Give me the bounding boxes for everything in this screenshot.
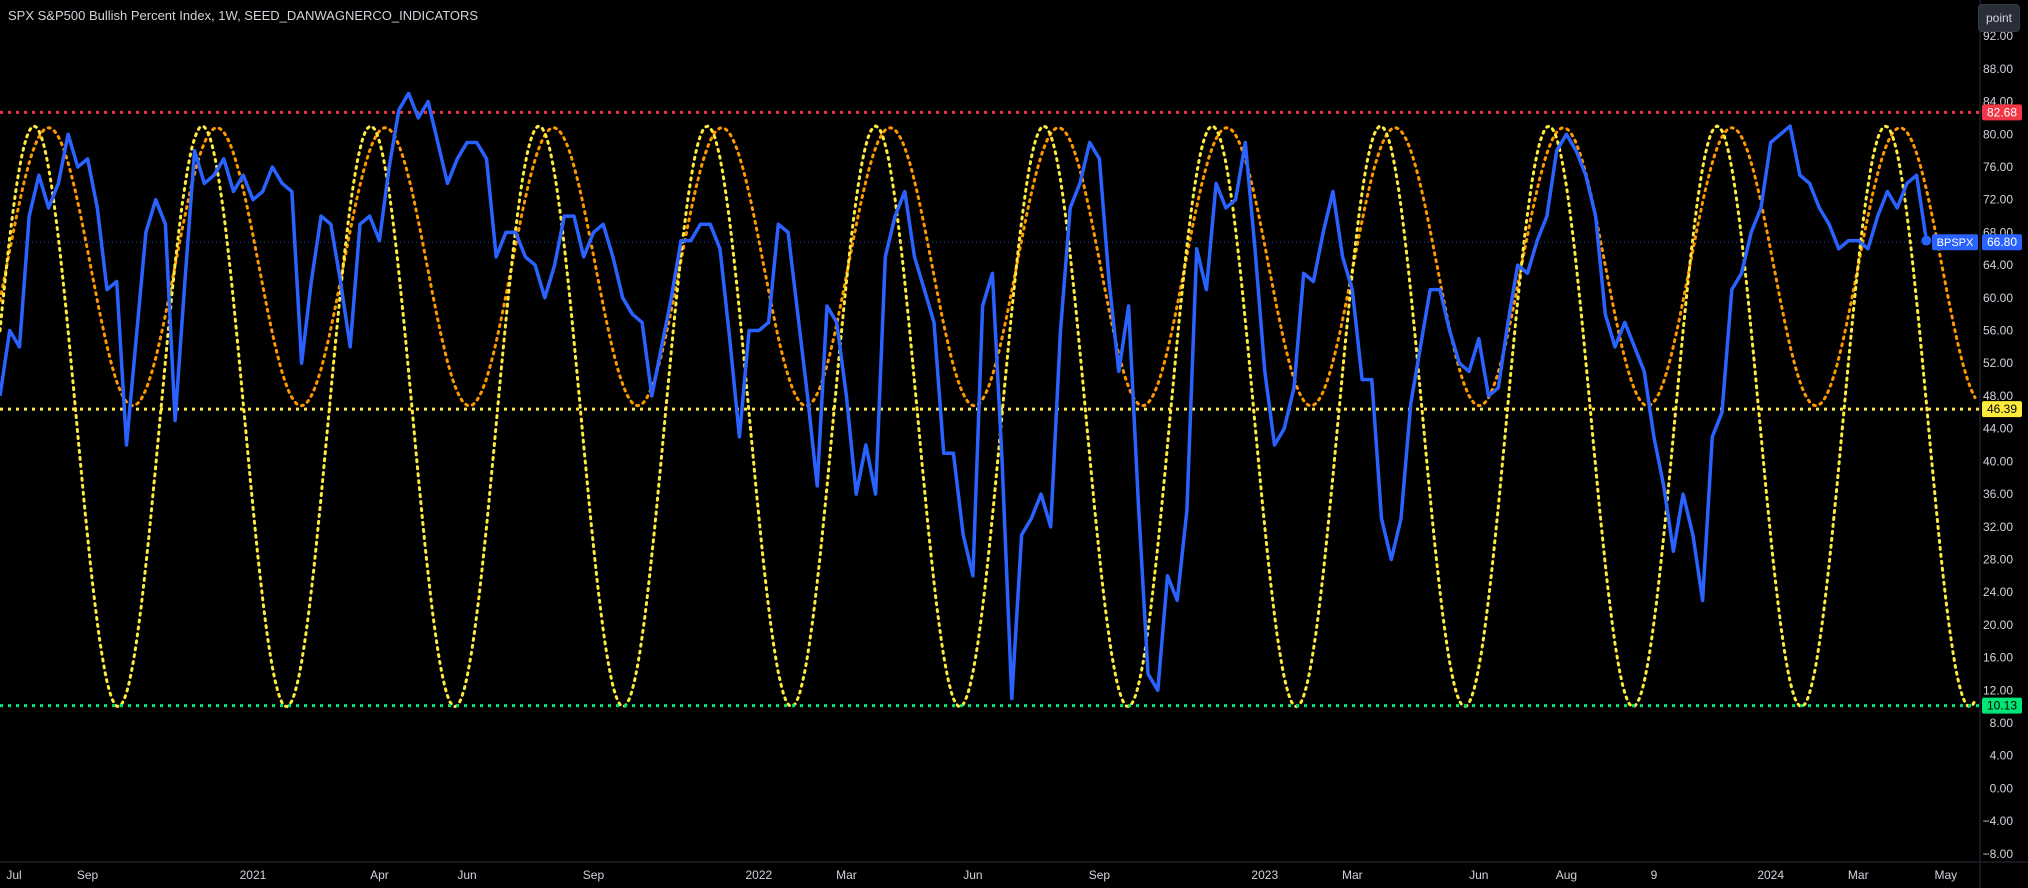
upper-level-label: 82.68	[1987, 105, 2017, 119]
x-tick-label: May	[1934, 868, 1957, 882]
series-name-label: BPSPX	[1937, 237, 1974, 249]
x-tick-label: 2022	[746, 868, 773, 882]
y-tick-label: 4.00	[1990, 749, 2014, 763]
y-tick-label: 76.00	[1983, 160, 2013, 174]
x-tick-label: 2021	[240, 868, 267, 882]
y-tick-label: 52.00	[1983, 356, 2013, 370]
y-tick-label: 16.00	[1983, 651, 2013, 665]
y-tick-label: 88.00	[1983, 62, 2013, 76]
y-tick-label: 0.00	[1990, 781, 2014, 795]
y-tick-label: 20.00	[1983, 618, 2013, 632]
x-tick-label: Mar	[1342, 868, 1363, 882]
y-tick-label: 12.00	[1983, 683, 2013, 697]
y-tick-label: 56.00	[1983, 324, 2013, 338]
y-tick-label: 80.00	[1983, 127, 2013, 141]
chart-title: SPX S&P500 Bullish Percent Index, 1W, SE…	[8, 8, 479, 23]
last-value-label: 66.80	[1987, 235, 2017, 249]
y-tick-label: 28.00	[1983, 552, 2013, 566]
x-tick-label: Aug	[1556, 868, 1577, 882]
y-tick-label: 44.00	[1983, 422, 2013, 436]
chart-background	[0, 0, 2028, 888]
y-tick-label: 48.00	[1983, 389, 2013, 403]
x-tick-label: Mar	[836, 868, 857, 882]
y-tick-label: 32.00	[1983, 520, 2013, 534]
y-tick-label: 24.00	[1983, 585, 2013, 599]
x-tick-label: Jul	[6, 868, 21, 882]
y-tick-label: 40.00	[1983, 454, 2013, 468]
x-tick-label: Sep	[583, 868, 605, 882]
x-tick-label: Jun	[1469, 868, 1488, 882]
y-tick-label: 8.00	[1990, 716, 2014, 730]
x-tick-label: Sep	[1089, 868, 1111, 882]
last-point-marker	[1921, 235, 1932, 246]
x-tick-label: Jun	[457, 868, 476, 882]
chart-canvas[interactable]: 92.0088.0084.0080.0076.0072.0068.0064.00…	[0, 0, 2028, 888]
x-tick-label: Mar	[1848, 868, 1869, 882]
x-tick-label: 9	[1651, 868, 1658, 882]
x-tick-label: Apr	[370, 868, 389, 882]
y-tick-label: 72.00	[1983, 193, 2013, 207]
y-tick-label: −8.00	[1983, 847, 2014, 861]
y-tick-label: 64.00	[1983, 258, 2013, 272]
y-tick-label: 60.00	[1983, 291, 2013, 305]
x-tick-label: 2024	[1757, 868, 1784, 882]
y-tick-label: 36.00	[1983, 487, 2013, 501]
mid-level-label: 46.39	[1987, 402, 2017, 416]
x-tick-label: Sep	[77, 868, 99, 882]
point-button[interactable]: point	[1978, 4, 2020, 32]
x-tick-label: Jun	[963, 868, 982, 882]
y-tick-label: −4.00	[1983, 814, 2014, 828]
x-tick-label: 2023	[1251, 868, 1278, 882]
lower-level-label: 10.13	[1987, 699, 2017, 713]
